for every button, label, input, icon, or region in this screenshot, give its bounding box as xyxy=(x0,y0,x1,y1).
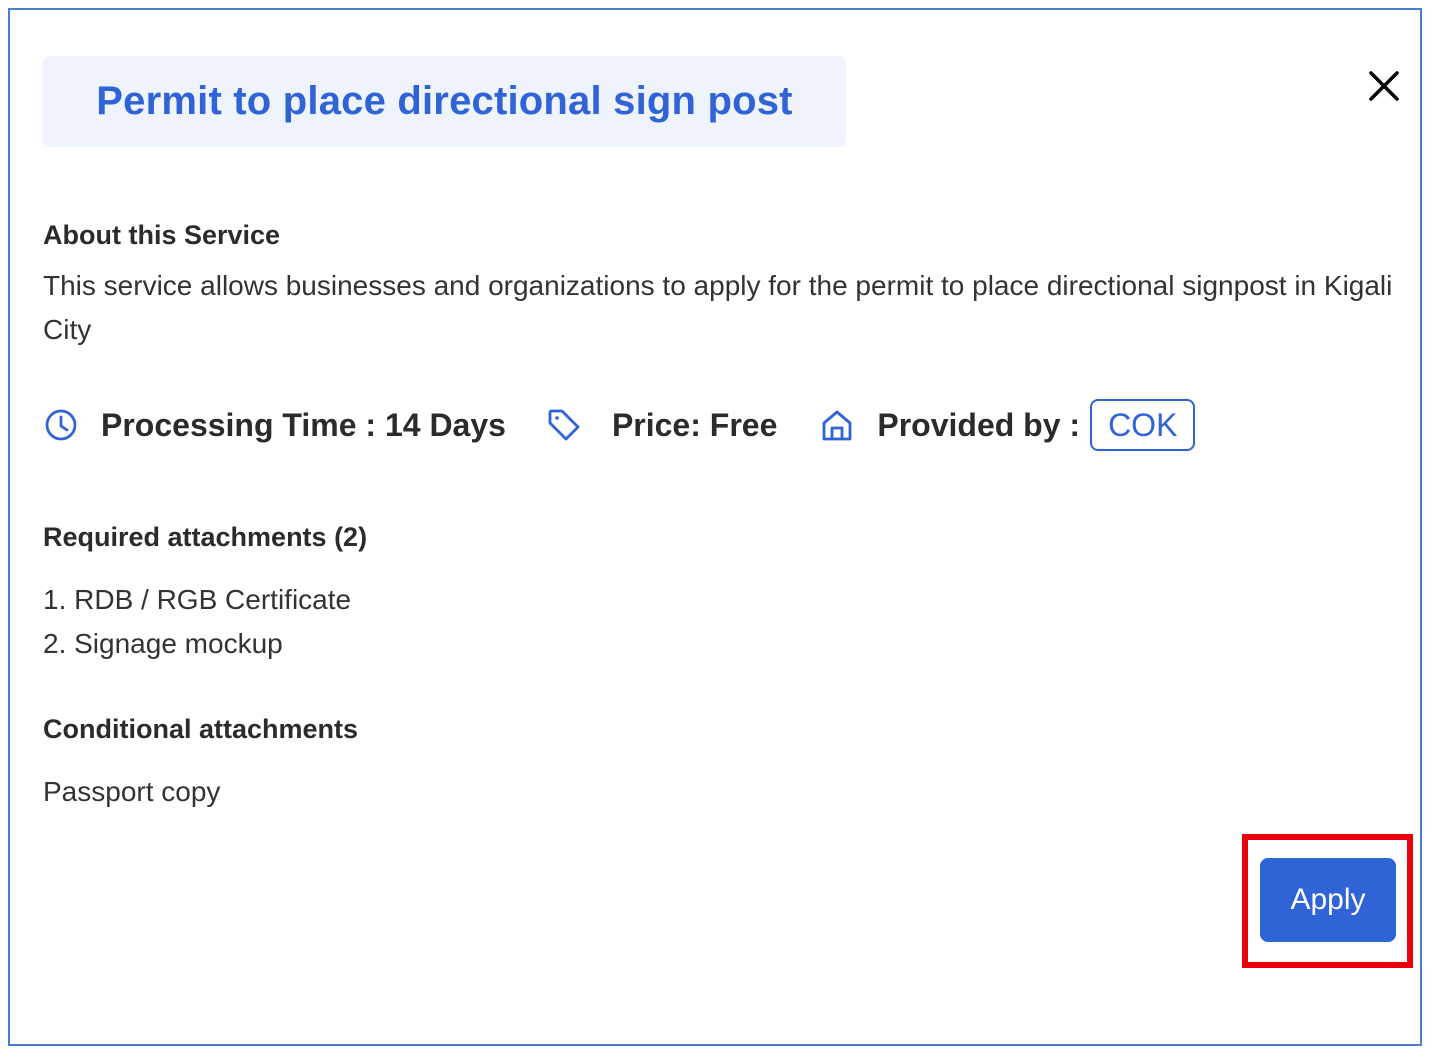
provider-badge: COK xyxy=(1090,399,1196,451)
tag-icon xyxy=(546,407,582,443)
service-meta-row: Processing Time : 14 Days Price: Free Pr… xyxy=(43,399,1196,451)
apply-button[interactable]: Apply xyxy=(1260,858,1396,942)
required-attachment-item: 1. RDB / RGB Certificate xyxy=(43,584,352,615)
price: Price: Free xyxy=(611,406,778,443)
conditional-attachment-item: Passport copy xyxy=(43,776,221,807)
service-details-dialog: Permit to place directional sign post Ab… xyxy=(8,8,1422,1046)
home-icon xyxy=(819,407,855,443)
provided-by-label: Provided by : xyxy=(877,406,1081,443)
clock-icon xyxy=(43,407,79,443)
required-attachments-heading: Required attachments (2) xyxy=(43,522,368,552)
about-heading: About this Service xyxy=(43,220,281,250)
close-icon xyxy=(1369,71,1399,101)
dialog-title: Permit to place directional sign post xyxy=(96,79,793,123)
processing-time: Processing Time : 14 Days xyxy=(101,406,506,443)
dialog-title-chip: Permit to place directional sign post xyxy=(43,56,846,147)
required-attachment-item: 2. Signage mockup xyxy=(43,628,283,659)
about-description: This service allows businesses and organ… xyxy=(43,270,1393,345)
close-button[interactable] xyxy=(1364,66,1404,106)
conditional-attachments-heading: Conditional attachments xyxy=(43,714,359,744)
